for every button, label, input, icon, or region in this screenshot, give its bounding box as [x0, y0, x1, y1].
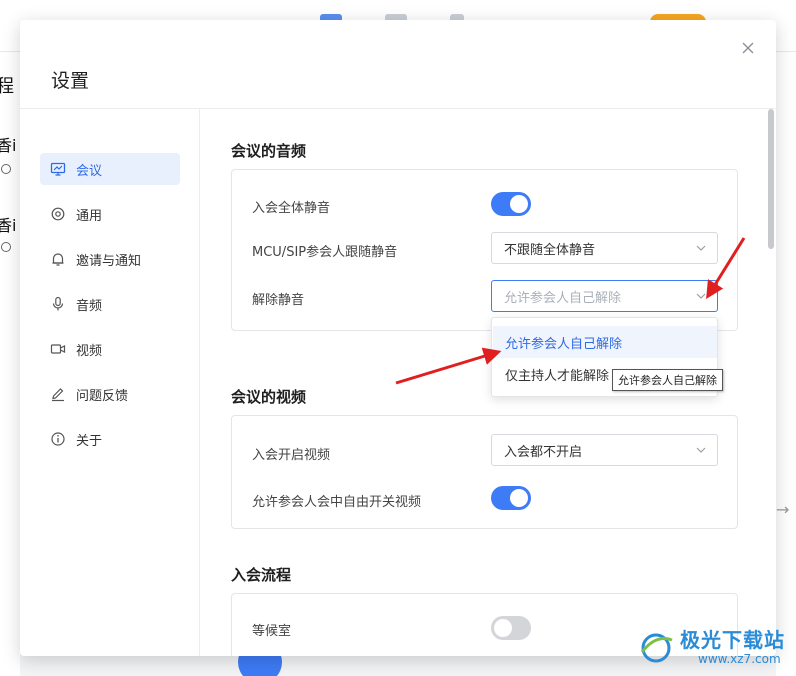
unmute-select[interactable]: 允许参会人自己解除 [491, 280, 718, 312]
watermark-title: 极光下载站 [680, 628, 785, 652]
sidebar-item-label: 关于 [76, 433, 103, 449]
content-scrollbar[interactable] [767, 109, 775, 656]
watermark-url: www.xz7.com [698, 652, 781, 666]
left-panel-item: 香i [0, 216, 17, 235]
sidebar-item-feedback[interactable]: 问题反馈 [40, 378, 180, 410]
sidebar-item-label: 视频 [76, 343, 103, 359]
presentation-icon [50, 161, 66, 177]
bell-icon [50, 251, 66, 267]
watermark-logo [640, 633, 673, 663]
sidebar-item-label: 音频 [76, 298, 103, 314]
app-left-panel: 程 香i 香i [0, 52, 20, 676]
mute-all-toggle[interactable] [491, 192, 531, 216]
arrow-right-icon: → [776, 500, 790, 519]
pencil-icon [50, 386, 66, 402]
close-icon [742, 42, 754, 54]
watermark: 极光下载站 www.xz7.com [636, 622, 796, 672]
video-settings-card: 入会开启视频 入会都不开启 允许参会人会中自由开关视频 [231, 415, 738, 529]
sidebar-item-invite-notify[interactable]: 邀请与通知 [40, 243, 180, 275]
audio-settings-card: 入会全体静音 MCU/SIP参会人跟随静音 不跟随全体静音 解除静音 允许参会人… [231, 169, 738, 331]
close-button[interactable] [738, 38, 758, 58]
toggle-knob [510, 489, 528, 507]
sidebar-item-label: 会议 [76, 163, 103, 179]
sidebar-item-meeting[interactable]: 会议 [40, 153, 180, 185]
sidebar-item-label: 邀请与通知 [76, 253, 142, 269]
option-tooltip: 允许参会人自己解除 [612, 369, 723, 391]
section-title-audio: 会议的音频 [231, 142, 307, 160]
unmute-label: 解除静音 [252, 293, 305, 308]
section-title-video: 会议的视频 [231, 388, 307, 406]
start-video-label: 入会开启视频 [252, 448, 331, 463]
chevron-down-icon [695, 444, 707, 456]
clock-icon [1, 164, 11, 174]
sidebar-item-audio[interactable]: 音频 [40, 288, 180, 320]
toggle-knob [494, 619, 512, 637]
chevron-down-icon [695, 290, 707, 302]
dialog-title: 设置 [51, 70, 90, 92]
dropdown-option[interactable]: 允许参会人自己解除 [493, 326, 717, 358]
select-value: 入会都不开启 [504, 444, 583, 460]
free-video-toggle[interactable] [491, 486, 531, 510]
select-value: 不跟随全体静音 [504, 242, 596, 258]
microphone-icon [50, 296, 66, 312]
toggle-knob [510, 195, 528, 213]
settings-sidebar: 会议 通用 邀请与通知 音频 视频 问题反馈 关于 [20, 109, 200, 656]
sidebar-item-general[interactable]: 通用 [40, 198, 180, 230]
info-icon [50, 431, 66, 447]
video-camera-icon [50, 341, 66, 357]
left-panel-title: 程 [0, 76, 14, 97]
section-title-join-flow: 入会流程 [231, 566, 292, 584]
scroll-thumb[interactable] [768, 109, 774, 249]
sidebar-item-label: 问题反馈 [76, 388, 129, 404]
sidebar-item-label: 通用 [76, 208, 103, 224]
start-video-select[interactable]: 入会都不开启 [491, 434, 718, 466]
waiting-room-label: 等候室 [252, 624, 292, 639]
app-right-panel: → [776, 52, 796, 676]
free-video-toggle-label: 允许参会人会中自由开关视频 [252, 495, 422, 510]
sidebar-item-video[interactable]: 视频 [40, 333, 180, 365]
clock-icon [1, 242, 11, 252]
left-panel-item: 香i [0, 136, 17, 155]
mcu-follow-mute-label: MCU/SIP参会人跟随静音 [252, 245, 398, 260]
mcu-follow-mute-select[interactable]: 不跟随全体静音 [491, 232, 718, 264]
gear-icon [50, 206, 66, 222]
chevron-down-icon [695, 242, 707, 254]
waiting-room-toggle[interactable] [491, 616, 531, 640]
sidebar-item-about[interactable]: 关于 [40, 423, 180, 455]
mute-all-label: 入会全体静音 [252, 201, 331, 216]
select-value: 允许参会人自己解除 [504, 290, 622, 306]
